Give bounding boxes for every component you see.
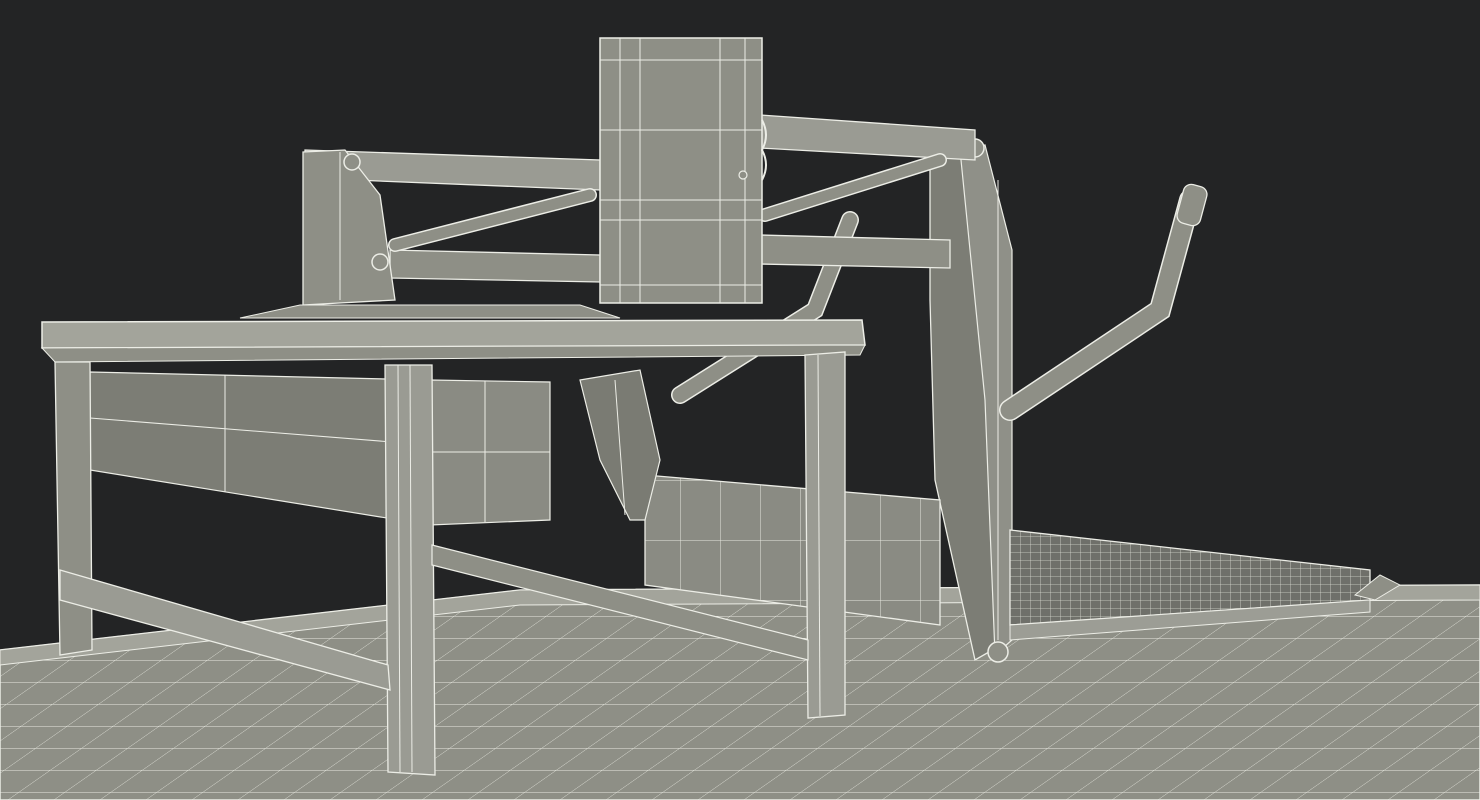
table-top: [40, 304, 866, 363]
gantry-post-right: [929, 138, 1013, 663]
pivot-bolt-icon: [987, 641, 1009, 663]
pivot-bolt-icon: [371, 253, 389, 271]
control-box: [599, 37, 767, 304]
wireframe-scene: [0, 37, 1480, 800]
pivot-bolt-icon: [343, 153, 361, 171]
table-apron: [89, 371, 551, 526]
lock-icon: [738, 170, 748, 180]
render-viewport: [0, 0, 1480, 800]
gantry-post-mid: [579, 369, 661, 521]
